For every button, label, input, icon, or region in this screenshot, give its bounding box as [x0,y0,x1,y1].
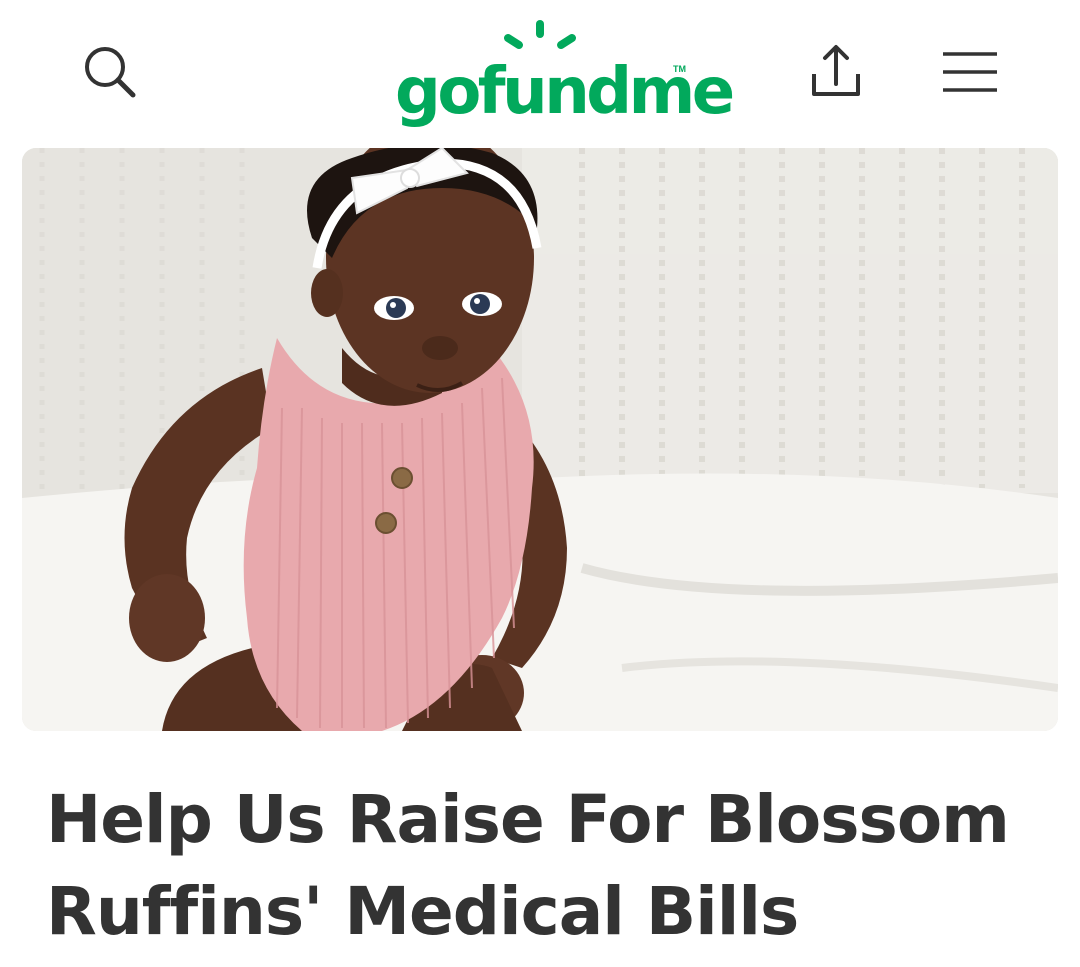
baby-photo [22,148,1058,731]
campaign-title: Help Us Raise For Blossom Ruffins' Medic… [46,781,1010,950]
share-upload-icon [812,45,860,96]
hamburger-menu-icon [943,52,997,92]
share-button[interactable] [802,38,870,102]
logo-sun-rays-icon [504,20,576,49]
search-button[interactable] [76,40,144,104]
gofundme-logo[interactable]: gofundme TM [390,18,735,128]
menu-button[interactable] [936,44,1004,100]
search-icon [85,47,136,98]
campaign-hero-image[interactable] [22,148,1058,731]
logo-trademark: TM [673,64,686,74]
top-navigation-bar: gofundme TM [0,0,1080,140]
